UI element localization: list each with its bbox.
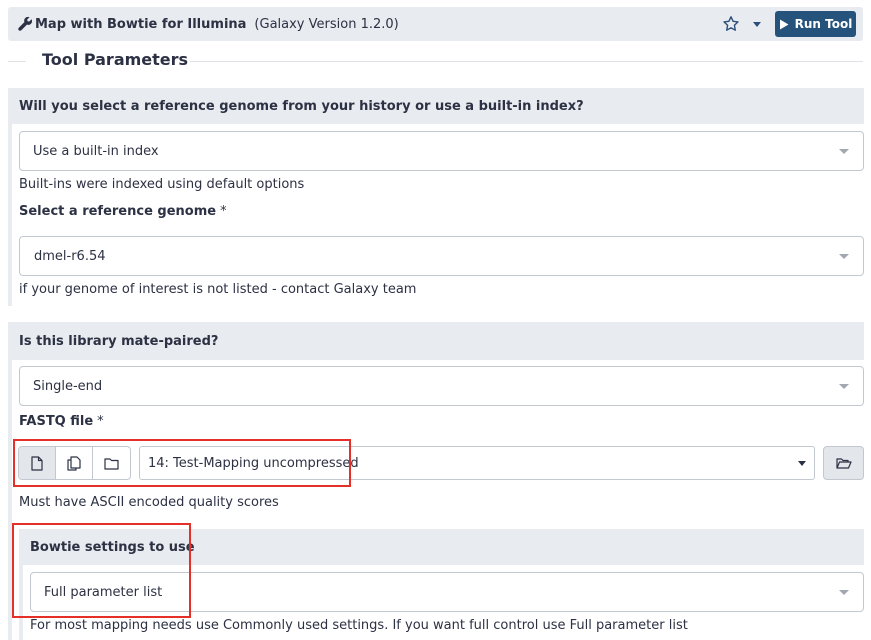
caret-down-icon: [798, 461, 806, 466]
divider: [8, 61, 26, 62]
tool-header: Map with Bowtie for Illumina (Galaxy Ver…: [8, 7, 863, 41]
fastq-label: FASTQ file *: [19, 414, 104, 429]
required-mark: *: [97, 414, 104, 429]
chevron-down-icon: [839, 384, 849, 389]
fastq-select[interactable]: 14: Test-Mapping uncompressed: [139, 446, 815, 480]
folder-open-icon: [835, 457, 852, 469]
bowtie-settings-value: Full parameter list: [44, 584, 163, 600]
divider: [185, 61, 863, 62]
tool-name: Map with Bowtie for Illumina: [35, 16, 247, 32]
file-icon: [31, 455, 43, 471]
run-tool-label: Run Tool: [794, 17, 853, 31]
collection-button[interactable]: [93, 447, 130, 479]
genome-select[interactable]: dmel-r6.54: [19, 236, 864, 276]
files-icon: [67, 455, 81, 471]
fastq-help: Must have ASCII encoded quality scores: [19, 495, 279, 510]
star-icon[interactable]: [722, 15, 740, 33]
single-dataset-button[interactable]: [19, 447, 56, 479]
fastq-value: 14: Test-Mapping uncompressed: [148, 455, 359, 471]
chevron-down-icon: [839, 149, 849, 154]
genome-label: Select a reference genome *: [19, 204, 227, 219]
play-icon: [779, 19, 789, 29]
reference-question: Will you select a reference genome from …: [12, 88, 864, 124]
tool-version: (Galaxy Version 1.2.0): [254, 16, 399, 32]
reference-source-select[interactable]: Use a built-in index: [19, 131, 864, 171]
input-mode-group: [18, 446, 131, 480]
genome-value: dmel-r6.54: [34, 248, 106, 264]
reference-source-value: Use a built-in index: [33, 143, 159, 159]
chevron-down-icon: [839, 590, 849, 595]
required-mark: *: [220, 204, 227, 219]
browse-datasets-button[interactable]: [823, 446, 864, 480]
chevron-down-icon: [839, 254, 849, 259]
bowtie-help: For most mapping needs use Commonly used…: [30, 618, 688, 633]
library-question: Is this library mate-paired?: [12, 322, 864, 360]
multiple-datasets-button[interactable]: [56, 447, 93, 479]
folder-icon: [104, 457, 119, 470]
genome-help: if your genome of interest is not listed…: [19, 282, 417, 297]
bowtie-settings-select[interactable]: Full parameter list: [30, 572, 864, 612]
bowtie-question: Bowtie settings to use: [23, 529, 864, 565]
caret-down-icon[interactable]: [750, 17, 764, 31]
wrench-icon: [18, 16, 33, 31]
run-tool-button[interactable]: Run Tool: [775, 11, 856, 37]
reference-source-help: Built-ins were indexed using default opt…: [19, 177, 305, 192]
library-type-select[interactable]: Single-end: [19, 366, 864, 406]
library-type-value: Single-end: [33, 378, 103, 394]
section-title: Tool Parameters: [40, 50, 191, 69]
